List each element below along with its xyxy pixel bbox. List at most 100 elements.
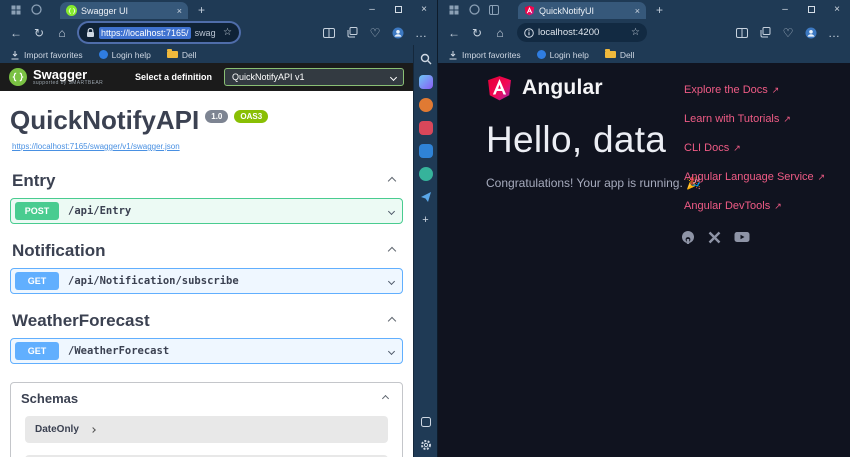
workspaces-icon[interactable] bbox=[26, 2, 46, 18]
address-bar[interactable]: localhost:4200 ☆ bbox=[517, 23, 647, 42]
angular-favicon-icon bbox=[524, 5, 535, 16]
section-title: Notification bbox=[12, 241, 106, 260]
definition-select[interactable]: QuickNotifyAPI v1 bbox=[224, 68, 404, 86]
angular-logo-row: Angular bbox=[486, 74, 701, 102]
more-menu-icon[interactable]: … bbox=[824, 23, 844, 43]
tab-close-icon[interactable]: × bbox=[635, 6, 640, 16]
home-icon[interactable]: ⌂ bbox=[490, 23, 510, 43]
profile-avatar[interactable] bbox=[801, 23, 821, 43]
link-explore-docs[interactable]: Explore the Docs ↗ bbox=[684, 84, 825, 96]
shopping-icon[interactable] bbox=[418, 98, 433, 112]
tab-close-icon[interactable]: × bbox=[177, 6, 182, 16]
maximize-button[interactable] bbox=[798, 0, 824, 19]
swagger-topbar: Swagger supported by SMARTBEAR Select a … bbox=[0, 63, 413, 91]
back-icon[interactable]: ← bbox=[6, 23, 26, 43]
external-link-icon: ↗ bbox=[733, 142, 741, 153]
external-link-icon: ↗ bbox=[817, 171, 826, 182]
navigation-bar: ← ↻ ⌂ localhost:4200 ☆ ♡ … bbox=[438, 19, 850, 46]
import-favorites-button[interactable]: Import favorites bbox=[448, 50, 521, 60]
refresh-icon[interactable]: ↻ bbox=[29, 23, 49, 43]
operation-get-notification-subscribe[interactable]: GET /api/Notification/subscribe bbox=[10, 268, 403, 294]
minimize-button[interactable]: – bbox=[359, 0, 385, 19]
url-text: localhost:4200 bbox=[538, 27, 600, 38]
settings-gear-icon[interactable] bbox=[419, 438, 433, 452]
operation-get-weatherforecast[interactable]: GET /WeatherForecast bbox=[10, 338, 403, 364]
tab-swagger-ui[interactable]: Swagger UI × bbox=[60, 2, 188, 19]
social-links-row bbox=[681, 230, 750, 244]
method-badge: GET bbox=[15, 272, 59, 290]
profile-avatar[interactable] bbox=[388, 23, 408, 43]
new-tab-button[interactable]: + bbox=[656, 3, 663, 17]
close-button[interactable]: × bbox=[411, 0, 437, 19]
favorite-login-help[interactable]: Login help bbox=[98, 50, 151, 60]
minimize-button[interactable]: – bbox=[772, 0, 798, 19]
maximize-icon bbox=[394, 6, 402, 13]
back-icon[interactable]: ← bbox=[444, 23, 464, 43]
chevron-up-icon bbox=[387, 176, 397, 186]
angular-wordmark: Angular bbox=[522, 76, 603, 99]
new-tab-button[interactable]: + bbox=[198, 3, 205, 17]
youtube-icon[interactable] bbox=[734, 231, 750, 243]
chevron-up-icon bbox=[387, 316, 397, 326]
link-devtools[interactable]: Angular DevTools ↗ bbox=[684, 200, 825, 212]
link-language-service[interactable]: Angular Language Service ↗ bbox=[684, 171, 825, 183]
more-menu-icon[interactable]: … bbox=[411, 23, 431, 43]
collections-icon[interactable] bbox=[755, 23, 775, 43]
dell-folder-label: Dell bbox=[181, 49, 197, 60]
login-help-favicon-icon bbox=[536, 50, 546, 59]
games-icon[interactable] bbox=[418, 167, 433, 181]
section-header-entry[interactable]: Entry bbox=[12, 171, 401, 191]
schemas-header[interactable]: Schemas bbox=[11, 383, 402, 416]
github-icon[interactable] bbox=[681, 230, 695, 244]
angular-links-column: Explore the Docs ↗ Learn with Tutorials … bbox=[684, 84, 825, 212]
link-label: Explore the Docs bbox=[684, 84, 768, 96]
version-badge: 1.0 bbox=[205, 110, 229, 123]
section-header-weatherforecast[interactable]: WeatherForecast bbox=[12, 311, 401, 331]
spec-url-link[interactable]: https://localhost:7165/swagger/v1/swagge… bbox=[12, 142, 180, 151]
angular-main-column: Angular Hello, data Congratulations! You… bbox=[486, 74, 701, 190]
api-title: QuickNotifyAPI bbox=[10, 105, 200, 135]
outlook-icon[interactable] bbox=[418, 144, 433, 158]
address-bar[interactable]: https://localhost:7165/ swag ☆ bbox=[79, 23, 239, 42]
tab-actions-icon[interactable] bbox=[444, 2, 464, 18]
x-twitter-icon[interactable] bbox=[708, 231, 721, 244]
close-button[interactable]: × bbox=[824, 0, 850, 19]
navigation-bar: ← ↻ ⌂ https://localhost:7165/ swag ☆ ♡ … bbox=[0, 19, 437, 46]
collections-icon[interactable] bbox=[342, 23, 362, 43]
import-icon bbox=[11, 50, 19, 59]
home-icon[interactable]: ⌂ bbox=[52, 23, 72, 43]
workspaces-icon[interactable] bbox=[464, 2, 484, 18]
operation-post-entry[interactable]: POST /api/Entry bbox=[10, 198, 403, 224]
section-title: WeatherForecast bbox=[12, 311, 150, 330]
chevron-up-icon bbox=[387, 246, 397, 256]
sidebar-add-icon[interactable]: + bbox=[419, 213, 433, 227]
section-header-notification[interactable]: Notification bbox=[12, 241, 401, 261]
chevron-down-icon bbox=[387, 347, 396, 355]
favorite-folder-dell[interactable]: Dell bbox=[166, 49, 197, 60]
tab-actions-icon[interactable] bbox=[6, 2, 26, 18]
drop-icon[interactable] bbox=[419, 190, 433, 204]
copilot-icon[interactable] bbox=[418, 75, 433, 89]
favorites-bar: Import favorites Login help Dell bbox=[438, 46, 850, 63]
titlebar: QuickNotifyUI × + – × bbox=[438, 0, 850, 19]
browser-essentials-icon[interactable]: ♡ bbox=[778, 23, 798, 43]
split-screen-icon[interactable] bbox=[319, 23, 339, 43]
browser-essentials-icon[interactable]: ♡ bbox=[365, 23, 385, 43]
model-dateonly[interactable]: DateOnly bbox=[25, 416, 388, 443]
bookmark-star-icon[interactable]: ☆ bbox=[223, 27, 232, 38]
tab-quicknotifyui[interactable]: QuickNotifyUI × bbox=[518, 2, 646, 19]
bookmark-star-icon[interactable]: ☆ bbox=[631, 27, 640, 38]
link-cli-docs[interactable]: CLI Docs ↗ bbox=[684, 142, 825, 154]
refresh-icon[interactable]: ↻ bbox=[467, 23, 487, 43]
sidebar-search-icon[interactable] bbox=[419, 52, 433, 66]
maximize-button[interactable] bbox=[385, 0, 411, 19]
favorite-login-help[interactable]: Login help bbox=[536, 50, 589, 60]
customize-sidebar-icon[interactable] bbox=[419, 415, 433, 429]
m365-apps-icon[interactable] bbox=[418, 121, 433, 135]
link-learn-tutorials[interactable]: Learn with Tutorials ↗ bbox=[684, 113, 825, 125]
split-screen-icon[interactable] bbox=[732, 23, 752, 43]
vertical-tabs-icon[interactable] bbox=[484, 2, 504, 18]
chevron-down-icon bbox=[389, 73, 398, 81]
favorite-folder-dell[interactable]: Dell bbox=[604, 49, 634, 60]
import-favorites-button[interactable]: Import favorites bbox=[10, 50, 83, 60]
